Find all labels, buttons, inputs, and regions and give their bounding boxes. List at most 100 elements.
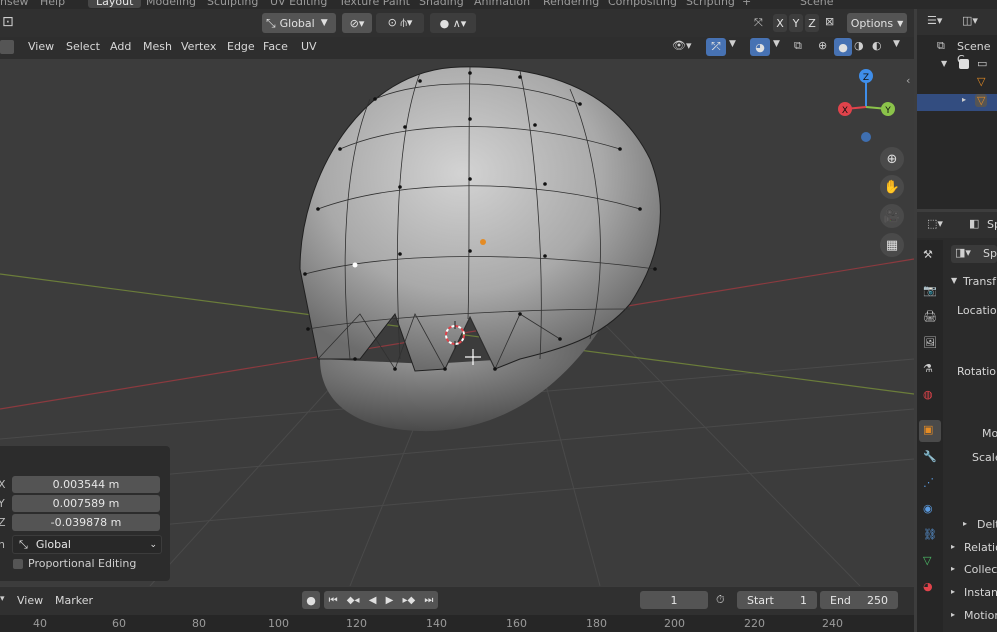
expand-arrow-icon[interactable]: ▼ bbox=[951, 276, 957, 285]
chevron-down-icon[interactable]: ▼ bbox=[893, 39, 900, 49]
tab-rendering[interactable]: Rendering bbox=[543, 0, 599, 8]
rendered-shading-icon[interactable]: ◐ bbox=[872, 39, 882, 52]
tab-sculpting[interactable]: Sculpting bbox=[207, 0, 258, 8]
menu-uv[interactable]: UV bbox=[301, 40, 317, 53]
menu-select[interactable]: Select bbox=[66, 40, 100, 53]
transform-section-header[interactable]: Transf bbox=[963, 275, 996, 288]
mirror-z-toggle[interactable]: Z bbox=[805, 14, 819, 32]
tab-scripting[interactable]: Scripting bbox=[686, 0, 735, 8]
add-workspace-icon[interactable]: + bbox=[742, 0, 751, 8]
play-icon[interactable]: ▶ bbox=[386, 595, 394, 606]
move-y-field[interactable]: 0.007589 m bbox=[12, 495, 160, 512]
editor-type-icon[interactable]: ☰▾ bbox=[927, 14, 942, 27]
select-mode-icon[interactable]: ⊡ bbox=[2, 14, 14, 30]
material-icon[interactable]: ◕ bbox=[923, 580, 933, 593]
zoom-icon[interactable]: ⊕ bbox=[880, 147, 904, 171]
overlays-toggle[interactable]: ◕ bbox=[750, 38, 770, 56]
orientation-dropdown[interactable]: ⤡ Global ▼ bbox=[262, 13, 336, 33]
xray-icon[interactable]: ⧉ bbox=[794, 39, 802, 53]
3d-viewport[interactable]: Z Y X ‹ ⊕ ✋ 🎥 ▦ X Y Z 0.003544 m 0.00758… bbox=[0, 59, 914, 586]
pivot-point-button[interactable]: ⊘▾ bbox=[342, 13, 372, 33]
menu-view[interactable]: View bbox=[28, 40, 54, 53]
relations-header[interactable]: Relatio bbox=[964, 541, 997, 554]
outliner-row-selected[interactable]: ▸ ▽ bbox=[917, 94, 997, 111]
editor-type-icon[interactable]: ⬚▾ bbox=[927, 217, 943, 230]
pan-hand-icon[interactable]: ✋ bbox=[880, 175, 904, 199]
menu-help[interactable]: Help bbox=[40, 0, 65, 8]
start-frame-field[interactable]: Start 1 bbox=[737, 591, 817, 609]
menu-face[interactable]: Face bbox=[263, 40, 288, 53]
navigation-gizmo[interactable]: Z Y X bbox=[838, 69, 895, 142]
scene-name[interactable]: Scene bbox=[800, 0, 834, 8]
expand-arrow-icon[interactable]: ▼ bbox=[941, 59, 947, 68]
stopwatch-icon[interactable]: ⏱ bbox=[716, 593, 725, 607]
auto-merge-icon[interactable]: ⊠ bbox=[825, 15, 834, 28]
timeline-menu-view[interactable]: View bbox=[17, 594, 43, 607]
menu-window[interactable]: nsew bbox=[0, 0, 28, 8]
mesh-data-icon[interactable]: ▽ bbox=[923, 554, 931, 567]
record-button[interactable]: ● bbox=[302, 591, 320, 609]
play-reverse-icon[interactable]: ◀ bbox=[369, 595, 377, 606]
jump-end-icon[interactable]: ⏭ bbox=[424, 595, 433, 606]
expand-arrow-icon[interactable]: ▸ bbox=[951, 610, 955, 619]
gizmo-neg-z-icon[interactable] bbox=[861, 132, 871, 142]
menu-mesh[interactable]: Mesh bbox=[143, 40, 172, 53]
instancing-header[interactable]: Instan bbox=[964, 586, 997, 599]
modifier-wrench-icon[interactable]: 🔧 bbox=[923, 450, 937, 463]
perspective-grid-icon[interactable]: ▦ bbox=[880, 233, 904, 257]
frame-ruler[interactable]: 40 60 80 100 120 140 160 180 200 220 240 bbox=[0, 615, 914, 632]
collections-header[interactable]: Collec bbox=[964, 563, 997, 576]
delta-transform-header[interactable]: Delt bbox=[977, 518, 997, 531]
move-x-field[interactable]: 0.003544 m bbox=[12, 476, 160, 493]
snapping-button[interactable]: ⊙ ⫛▾ bbox=[376, 13, 424, 33]
motion-paths-header[interactable]: Motion bbox=[964, 609, 997, 622]
tool-icon[interactable]: ⚒ bbox=[923, 248, 933, 261]
current-frame-field[interactable]: 1 bbox=[640, 591, 708, 609]
tab-shading[interactable]: Shading bbox=[419, 0, 464, 8]
menu-edge[interactable]: Edge bbox=[227, 40, 255, 53]
proportional-edit-button[interactable]: ● ∧▾ bbox=[430, 13, 476, 33]
menu-vertex[interactable]: Vertex bbox=[181, 40, 216, 53]
expand-arrow-icon[interactable]: ▸ bbox=[951, 587, 955, 596]
wireframe-shading-icon[interactable]: ⊕ bbox=[818, 39, 827, 52]
orientation-select[interactable]: ⤡ Global ⌄ bbox=[12, 535, 162, 554]
move-z-field[interactable]: -0.039878 m bbox=[12, 514, 160, 531]
mirror-icon[interactable]: ⤧ bbox=[754, 16, 763, 30]
expand-arrow-icon[interactable]: ▸ bbox=[951, 564, 955, 573]
tab-layout[interactable]: Layout bbox=[88, 0, 142, 8]
expand-arrow-icon[interactable]: ▸ bbox=[963, 519, 967, 528]
gizmo-toggle[interactable]: ⤱ bbox=[706, 38, 726, 56]
camera-icon[interactable]: 🎥 bbox=[880, 204, 904, 228]
sidebar-toggle-icon[interactable]: ‹ bbox=[906, 74, 910, 87]
display-mode-icon[interactable]: ◫▾ bbox=[962, 14, 978, 27]
world-icon[interactable]: ◍ bbox=[923, 388, 933, 401]
menu-add[interactable]: Add bbox=[110, 40, 131, 53]
scene-icon[interactable]: ⚗ bbox=[923, 362, 933, 375]
end-frame-field[interactable]: End 250 bbox=[820, 591, 898, 609]
constraints-icon[interactable]: ⛓ bbox=[923, 528, 937, 541]
jump-start-icon[interactable]: ⏮ bbox=[329, 595, 338, 606]
output-icon[interactable]: 🖨 bbox=[923, 310, 937, 323]
expand-arrow-icon[interactable]: ▸ bbox=[951, 542, 955, 551]
render-icon[interactable]: 📷 bbox=[923, 284, 937, 297]
options-dropdown[interactable]: Options ▼ bbox=[847, 13, 907, 33]
material-shading-icon[interactable]: ◑ bbox=[854, 39, 864, 52]
visibility-icon[interactable]: 👁▾ bbox=[672, 39, 692, 52]
editor-type-icon[interactable]: ▾ bbox=[0, 594, 5, 604]
solid-shading-button[interactable]: ● bbox=[834, 38, 852, 56]
prev-keyframe-icon[interactable]: ◆◂ bbox=[347, 595, 360, 606]
object-mesh-icon[interactable]: ▽ bbox=[977, 75, 985, 88]
mirror-x-toggle[interactable]: X bbox=[773, 14, 787, 32]
tab-modeling[interactable]: Modeling bbox=[146, 0, 196, 8]
editor-type-icon[interactable] bbox=[0, 40, 14, 54]
chevron-down-icon[interactable]: ▼ bbox=[729, 39, 736, 49]
timeline-menu-marker[interactable]: Marker bbox=[55, 594, 93, 607]
tab-compositing[interactable]: Compositing bbox=[608, 0, 677, 8]
expand-arrow-icon[interactable]: ▸ bbox=[962, 95, 966, 104]
tab-uv-editing[interactable]: UV Editing bbox=[270, 0, 327, 8]
tab-animation[interactable]: Animation bbox=[474, 0, 530, 8]
object-name-field[interactable]: ◨▾ Sp bbox=[951, 245, 997, 263]
mirror-y-toggle[interactable]: Y bbox=[789, 14, 803, 32]
tab-texture-paint[interactable]: Texture Paint bbox=[339, 0, 410, 8]
next-keyframe-icon[interactable]: ▸◆ bbox=[402, 595, 415, 606]
